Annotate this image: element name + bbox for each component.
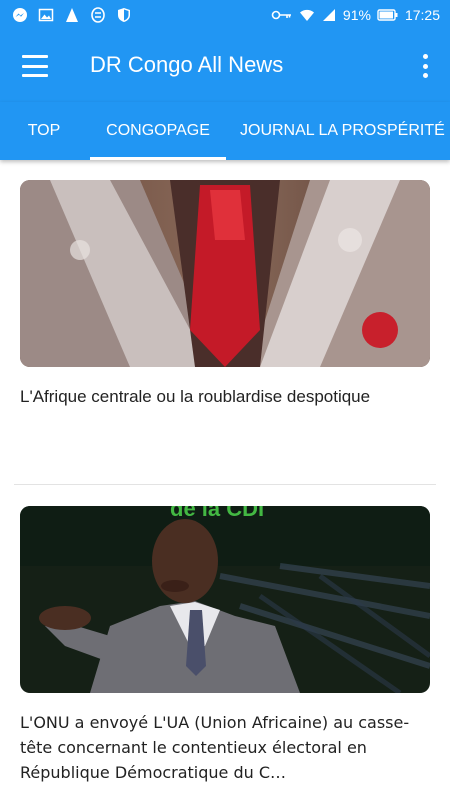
tab-top[interactable]: TOP (8, 102, 80, 160)
article-image[interactable] (20, 180, 430, 367)
more-vert-icon[interactable] (416, 52, 434, 80)
app-title: DR Congo All News (90, 52, 284, 77)
wifi-icon (299, 9, 314, 21)
status-bar: 91% 17:25 (0, 0, 450, 30)
sync-icon (91, 7, 105, 23)
article-image[interactable]: de la CDI (20, 506, 430, 693)
divider (14, 484, 436, 485)
article-list[interactable]: L'Afrique centrale ou la roublardise des… (0, 160, 450, 800)
messenger-icon (13, 8, 27, 22)
battery-percent: 91% (342, 7, 371, 23)
suit-tie-photo (20, 180, 430, 367)
system-icons: 91% 17:25 (271, 7, 450, 23)
shield-icon (118, 8, 130, 22)
tab-bar: TOP CONGOPAGE JOURNAL LA PROSPÉRITÉ (0, 102, 450, 160)
signal-icon (322, 9, 335, 21)
battery-icon (377, 9, 398, 21)
clock: 17:25 (404, 7, 440, 23)
app-bar: DR Congo All News (0, 30, 450, 102)
article-title[interactable]: L'ONU a envoyé L'UA (Union Africaine) au… (20, 710, 430, 785)
tab-congopage[interactable]: CONGOPAGE (90, 102, 226, 160)
hamburger-menu-icon[interactable] (18, 52, 52, 80)
image-caption: de la CDI (170, 506, 265, 521)
gallery-icon (38, 8, 54, 22)
notification-icons (0, 7, 132, 23)
article-title[interactable]: L'Afrique centrale ou la roublardise des… (20, 384, 430, 409)
tab-journal-la-prosperite[interactable]: JOURNAL LA PROSPÉRITÉ (240, 102, 450, 160)
app-icon (66, 8, 78, 22)
key-icon (271, 10, 291, 20)
speaker-photo (20, 506, 430, 693)
